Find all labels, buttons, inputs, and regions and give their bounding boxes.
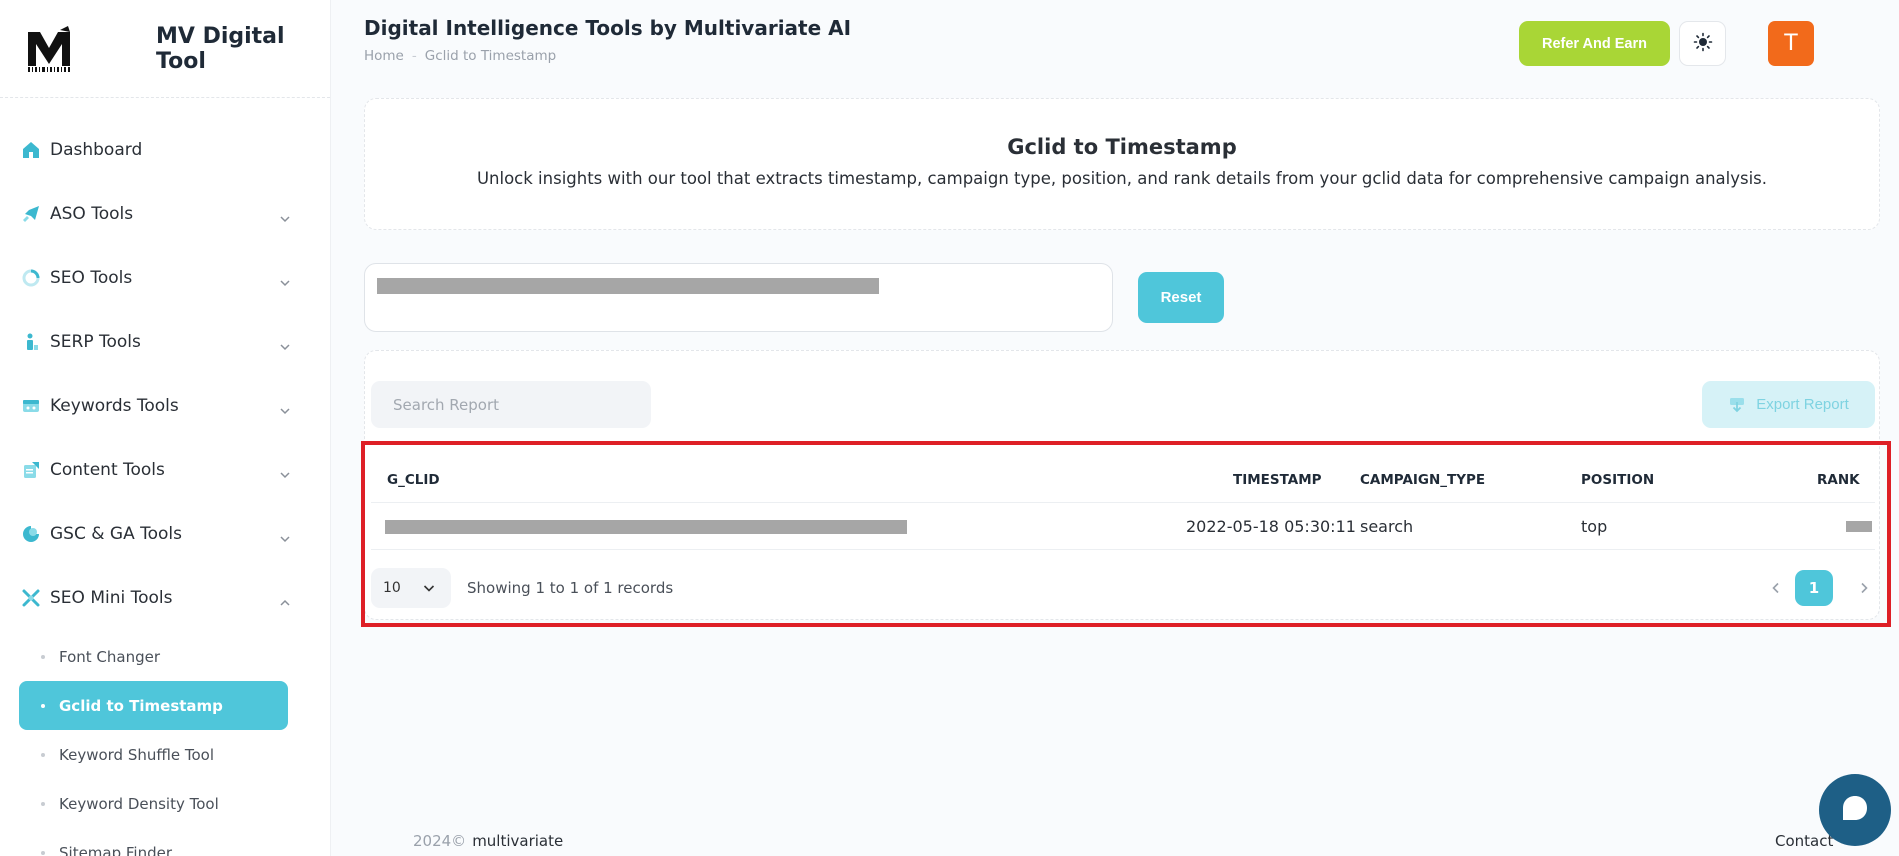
- chevron-down-icon: [280, 401, 290, 415]
- sidebar-item-label: Dashboard: [50, 140, 143, 160]
- page-size-select[interactable]: 10: [371, 568, 451, 608]
- sidebar-item-seo-tools[interactable]: SEO Tools: [0, 246, 330, 310]
- column-header-campaign-type[interactable]: CAMPAIGN_TYPE: [1360, 458, 1485, 502]
- table-row: 2022-05-18 05:30:11 search top: [371, 504, 1875, 550]
- keyboard-icon: [20, 395, 42, 417]
- sidebar-item-keywords-tools[interactable]: Keywords Tools: [0, 374, 330, 438]
- redacted-gclid-cell: [385, 519, 907, 534]
- tools-icon: [20, 587, 42, 609]
- table-header: G_CLID TIMESTAMP CAMPAIGN_TYPE POSITION …: [371, 458, 1875, 503]
- pagination-page-1[interactable]: 1: [1795, 570, 1833, 606]
- sidebar-item-label: SEO Mini Tools: [50, 588, 173, 608]
- column-header-gclid[interactable]: G_CLID: [387, 458, 440, 502]
- cell-gclid: [385, 504, 907, 549]
- tool-description: Unlock insights with our tool that extra…: [476, 169, 1768, 188]
- rocket-icon: [20, 203, 42, 225]
- tool-title: Gclid to Timestamp: [1007, 135, 1237, 159]
- chat-widget-button[interactable]: [1819, 774, 1891, 846]
- footer-brand-link[interactable]: multivariate: [472, 832, 563, 850]
- gclid-input[interactable]: [364, 263, 1113, 332]
- export-report-button[interactable]: Export Report: [1702, 381, 1875, 428]
- sub-item-gclid-to-timestamp[interactable]: Gclid to Timestamp: [19, 681, 288, 730]
- tool-info-card: Gclid to Timestamp Unlock insights with …: [364, 98, 1880, 230]
- cell-campaign-type: search: [1360, 517, 1414, 536]
- page-size-value: 10: [383, 580, 401, 596]
- chevron-down-icon: [280, 337, 290, 351]
- reset-button[interactable]: Reset: [1138, 272, 1224, 323]
- sidebar-item-gsc-ga-tools[interactable]: GSC & GA Tools: [0, 502, 330, 566]
- column-header-position[interactable]: POSITION: [1581, 458, 1654, 502]
- report-card: Export Report G_CLID TIMESTAMP CAMPAIGN_…: [364, 350, 1880, 620]
- seo-mini-tools-submenu: Font Changer Gclid to Timestamp Keyword …: [0, 630, 330, 856]
- chevron-up-icon: [280, 593, 290, 606]
- sub-item-label: Keyword Density Tool: [59, 794, 219, 813]
- chevron-left-icon: [1771, 579, 1781, 598]
- redacted-gclid-value: [377, 278, 879, 294]
- sub-item-keyword-shuffle-tool[interactable]: Keyword Shuffle Tool: [19, 730, 288, 779]
- breadcrumb-home[interactable]: Home: [364, 48, 404, 64]
- chevron-down-icon: [280, 209, 290, 223]
- chevron-down-icon: [280, 465, 290, 479]
- column-header-rank[interactable]: RANK: [1817, 458, 1860, 502]
- home-icon: [20, 139, 42, 161]
- chevron-down-icon: [423, 582, 435, 598]
- breadcrumb: Home - Gclid to Timestamp: [364, 48, 851, 64]
- sidebar-item-label: ASO Tools: [50, 204, 134, 224]
- sun-icon: [1693, 32, 1713, 55]
- pagination-prev-button[interactable]: [1764, 576, 1788, 600]
- sidebar: MV Digital Tool Dashboard ASO Tools SEO …: [0, 0, 331, 856]
- analytics-icon: [20, 523, 42, 545]
- breadcrumb-current: Gclid to Timestamp: [424, 48, 557, 64]
- sub-item-label: Sitemap Finder: [59, 843, 173, 856]
- search-report-input[interactable]: [371, 381, 651, 428]
- chevron-down-icon: [280, 529, 290, 543]
- sidebar-item-label: Content Tools: [50, 460, 165, 480]
- table-footer: 10 Showing 1 to 1 of 1 records 1: [371, 568, 1875, 608]
- sidebar-nav: Dashboard ASO Tools SEO Tools SERP Tools…: [0, 98, 330, 856]
- refer-and-earn-button[interactable]: Refer And Earn: [1519, 21, 1670, 66]
- sidebar-item-label: SEO Tools: [50, 268, 133, 288]
- sidebar-item-aso-tools[interactable]: ASO Tools: [0, 182, 330, 246]
- sub-item-label: Keyword Shuffle Tool: [59, 745, 215, 764]
- chevron-down-icon: [280, 273, 290, 287]
- chat-bubble-icon: [1840, 793, 1870, 827]
- sidebar-item-label: SERP Tools: [50, 332, 141, 352]
- cell-rank: [1846, 504, 1872, 549]
- cell-position: top: [1581, 517, 1608, 536]
- sidebar-item-seo-mini-tools[interactable]: SEO Mini Tools: [0, 566, 330, 630]
- breadcrumb-separator: -: [411, 48, 417, 64]
- copyright: 2024© multivariate: [413, 832, 563, 850]
- content-icon: [20, 459, 42, 481]
- column-header-timestamp[interactable]: TIMESTAMP: [1233, 458, 1322, 502]
- brand: MV Digital Tool: [0, 0, 330, 98]
- sub-item-label: Gclid to Timestamp: [59, 696, 223, 715]
- export-report-label: Export Report: [1756, 396, 1849, 413]
- cell-timestamp: 2022-05-18 05:30:11: [1186, 517, 1356, 536]
- download-icon: [1728, 396, 1746, 414]
- sub-item-sitemap-finder[interactable]: Sitemap Finder: [19, 828, 288, 856]
- theme-toggle-button[interactable]: [1679, 21, 1726, 66]
- records-summary: Showing 1 to 1 of 1 records: [467, 579, 674, 597]
- bar-chart-icon: [20, 331, 42, 353]
- footer-contact-link[interactable]: Contact: [1775, 832, 1833, 850]
- sidebar-item-label: GSC & GA Tools: [50, 524, 182, 544]
- copyright-year: 2024©: [413, 832, 467, 850]
- redacted-rank-cell: [1846, 521, 1872, 532]
- sidebar-item-label: Keywords Tools: [50, 396, 179, 416]
- chevron-right-icon: [1859, 579, 1869, 598]
- sidebar-item-content-tools[interactable]: Content Tools: [0, 438, 330, 502]
- brand-name: MV Digital Tool: [156, 23, 285, 74]
- sub-item-keyword-density-tool[interactable]: Keyword Density Tool: [19, 779, 288, 828]
- sidebar-item-serp-tools[interactable]: SERP Tools: [0, 310, 330, 374]
- brand-logo-icon[interactable]: [26, 25, 72, 72]
- page-title: Digital Intelligence Tools by Multivaria…: [364, 16, 852, 40]
- pagination-next-button[interactable]: [1852, 576, 1876, 600]
- sub-item-font-changer[interactable]: Font Changer: [19, 632, 288, 681]
- sidebar-item-dashboard[interactable]: Dashboard: [0, 118, 330, 182]
- sub-item-label: Font Changer: [59, 647, 161, 666]
- page-header: Digital Intelligence Tools by Multivaria…: [364, 16, 851, 64]
- avatar[interactable]: T: [1768, 21, 1814, 66]
- spinner-icon: [20, 267, 42, 289]
